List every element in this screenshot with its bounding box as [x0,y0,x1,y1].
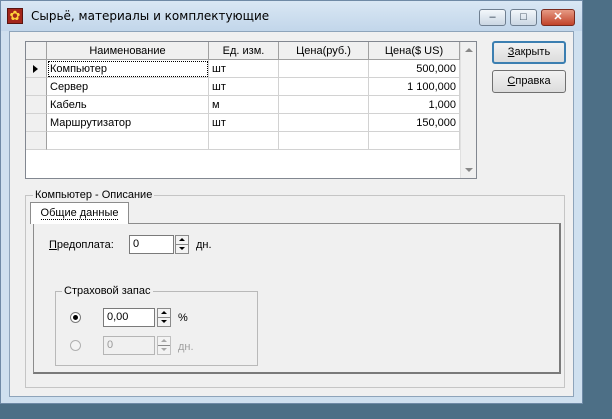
spin-down-icon[interactable] [161,348,167,351]
table-cell-name[interactable]: Сервер [47,78,209,96]
spin-down-icon[interactable] [179,247,185,250]
minimize-button[interactable]: – [479,9,506,26]
reserve-days-unit: дн. [178,341,194,353]
sunflower-icon[interactable]: ✿ [7,8,23,24]
reserve-percent-unit: % [178,312,188,324]
reserve-days-input[interactable]: 0 [103,336,155,355]
reserve-group-label: Страховой запас [62,284,153,298]
table-cell-price-rub[interactable] [279,96,369,114]
table-cell-name[interactable]: Компьютер [47,60,209,78]
row-indicator[interactable] [26,132,47,150]
table-cell-empty[interactable] [209,132,279,150]
table-cell-price-usd[interactable]: 1 100,000 [369,78,460,96]
table-cell-unit[interactable]: шт [209,114,279,132]
table-cell-price-rub[interactable] [279,78,369,96]
grid-corner [26,42,47,60]
table-cell-name[interactable]: Маршрутизатор [47,114,209,132]
materials-grid[interactable]: Наименование Ед. изм. Цена(руб.) Цена($ … [25,41,477,179]
main-window: ✿ Сырьё, материалы и комплектующие – □ ✕… [0,0,583,404]
scroll-up-arrow-icon[interactable] [465,48,473,52]
column-header-price-usd[interactable]: Цена($ US) [369,42,460,60]
prepay-stepper[interactable] [175,235,189,254]
prepay-unit: дн. [196,239,212,251]
prepay-label-hotkey: П [49,239,57,251]
maximize-button[interactable]: □ [510,9,537,26]
table-cell-price-usd[interactable]: 1,000 [369,96,460,114]
tab-general-data[interactable]: Общие данные [30,202,129,224]
tab-general-data-label: Общие данные [40,207,119,220]
reserve-percent-input[interactable]: 0,00 [103,308,155,327]
table-cell-price-usd[interactable]: 150,000 [369,114,460,132]
table-cell-unit[interactable]: м [209,96,279,114]
table-cell-empty[interactable] [279,132,369,150]
spin-up-icon[interactable] [179,238,185,241]
table-cell-price-rub[interactable] [279,60,369,78]
grid-vertical-scrollbar[interactable] [460,42,476,178]
table-cell-unit[interactable]: шт [209,60,279,78]
scroll-down-arrow-icon[interactable] [465,168,473,172]
current-row-arrow-icon [33,65,38,73]
row-indicator[interactable] [26,60,47,78]
reserve-days-radio[interactable] [70,340,81,351]
help-button-label: правка [515,75,551,87]
help-button[interactable]: Справка [492,70,566,93]
row-indicator[interactable] [26,114,47,132]
reserve-days-stepper[interactable] [157,336,171,355]
table-cell-empty[interactable] [47,132,209,150]
prepay-label-text: редоплата: [56,239,114,251]
row-indicator[interactable] [26,78,47,96]
close-button[interactable]: Закрыть [492,41,566,64]
close-window-button[interactable]: ✕ [541,9,575,26]
table-cell-name[interactable]: Кабель [47,96,209,114]
table-cell-empty[interactable] [369,132,460,150]
reserve-percent-radio[interactable] [70,312,81,323]
column-header-unit[interactable]: Ед. изм. [209,42,279,60]
title-bar[interactable]: ✿ Сырьё, материалы и комплектующие – □ ✕ [1,1,582,31]
window-title: Сырьё, материалы и комплектующие [31,9,270,23]
reserve-group: Страховой запас 0,00 % 0 дн. [55,284,258,366]
table-cell-price-rub[interactable] [279,114,369,132]
column-header-price-rub[interactable]: Цена(руб.) [279,42,369,60]
spin-up-icon[interactable] [161,339,167,342]
row-indicator[interactable] [26,96,47,114]
description-group-label: Компьютер - Описание [33,189,155,202]
client-area: Наименование Ед. изм. Цена(руб.) Цена($ … [9,31,574,397]
table-cell-unit[interactable]: шт [209,78,279,96]
spin-up-icon[interactable] [161,311,167,314]
spin-down-icon[interactable] [161,320,167,323]
general-data-panel: Предоплата: 0 дн. Страховой запас 0,00 %… [33,223,561,374]
close-button-label: акрыть [514,46,551,58]
prepay-label: Предоплата: [49,238,114,252]
reserve-percent-stepper[interactable] [157,308,171,327]
table-cell-price-usd[interactable]: 500,000 [369,60,460,78]
column-header-name[interactable]: Наименование [47,42,209,60]
prepay-input[interactable]: 0 [129,235,174,254]
